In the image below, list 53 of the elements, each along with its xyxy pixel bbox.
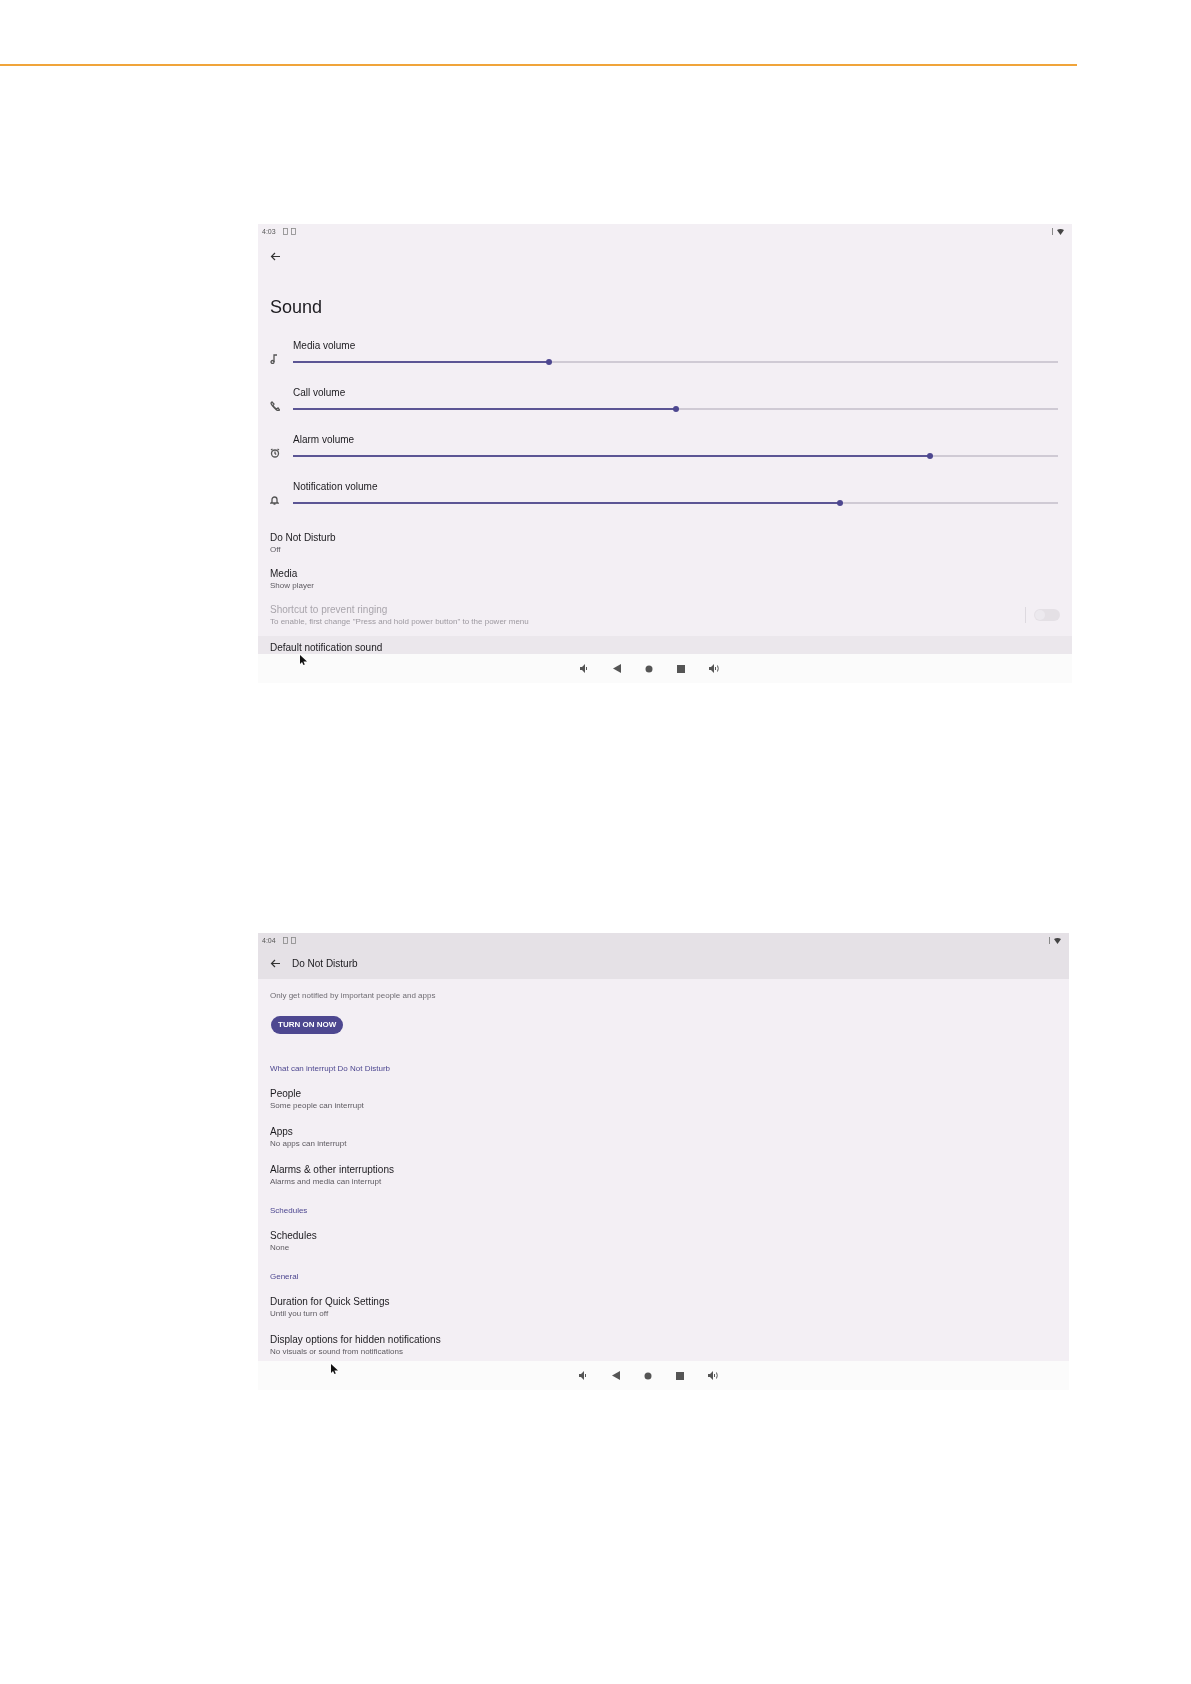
slider-label: Notification volume [293,481,379,493]
item-title[interactable]: People [270,1088,1057,1100]
mouse-cursor-icon [300,655,307,665]
bell-icon [270,495,279,505]
item-title[interactable]: Display options for hidden notifications [270,1334,1057,1346]
item-subtitle: None [270,1243,291,1253]
recents-icon[interactable] [677,664,685,673]
item-subtitle: Alarms and media can interrupt [270,1177,383,1187]
back-icon[interactable] [613,664,621,673]
item-title: Do Not Disturb [270,531,336,544]
settings-item[interactable]: Media Show player [258,564,1072,600]
volume-down-icon[interactable] [578,1371,588,1380]
item-subtitle: Some people can interrupt [270,1101,365,1111]
item-subtitle: No apps can interrupt [270,1139,348,1149]
volume-up-icon[interactable] [709,664,720,673]
item-title[interactable]: Duration for Quick Settings [270,1296,1057,1308]
wifi-icon [1054,937,1061,944]
slider-label: Call volume [293,387,347,399]
slider-label: Alarm volume [293,434,356,446]
item-title: Shortcut to prevent ringing [270,603,389,616]
back-icon[interactable] [611,1371,620,1380]
settings-item[interactable]: Do Not Disturb Off [258,528,1072,564]
home-icon[interactable] [645,664,653,673]
music-note-icon [270,354,278,364]
description: Only get notified by important people and apps [270,991,437,1001]
page-title: Do Not Disturb [292,958,358,969]
wifi-icon [1057,228,1064,235]
section-heading: General [270,1272,300,1283]
phone-icon [270,401,280,411]
settings-item[interactable]: Default notification sound [258,636,1072,654]
item-title: Media [270,567,299,580]
item-title[interactable]: Alarms & other interruptions [270,1164,1057,1176]
turn-on-button[interactable]: TURN ON NOW [271,1016,344,1034]
item-title: Default notification sound [270,642,383,654]
volume-down-icon[interactable] [580,664,589,673]
section-heading: Schedules [270,1206,309,1217]
item-title[interactable]: Schedules [270,1230,1057,1242]
item-subtitle: No visuals or sound from notifications [270,1347,404,1357]
back-arrow-icon[interactable] [270,959,280,968]
item-subtitle: To enable, first change "Press and hold power button" to the power menu [270,616,529,627]
item-subtitle: Show player [270,580,315,591]
mouse-cursor-icon [331,1364,338,1374]
volume-up-icon[interactable] [707,1371,719,1380]
back-arrow-icon[interactable] [270,252,280,261]
alarm-clock-icon [270,448,280,458]
home-icon[interactable] [643,1371,652,1380]
item-subtitle: Until you turn off [270,1309,330,1319]
slider-label: Media volume [293,340,357,352]
item-subtitle: Off [270,544,282,555]
section-heading: What can interrupt Do Not Disturb [270,1064,392,1075]
item-title[interactable]: Apps [270,1126,1057,1138]
page-title: Sound [270,297,324,318]
recents-icon[interactable] [675,1371,684,1380]
